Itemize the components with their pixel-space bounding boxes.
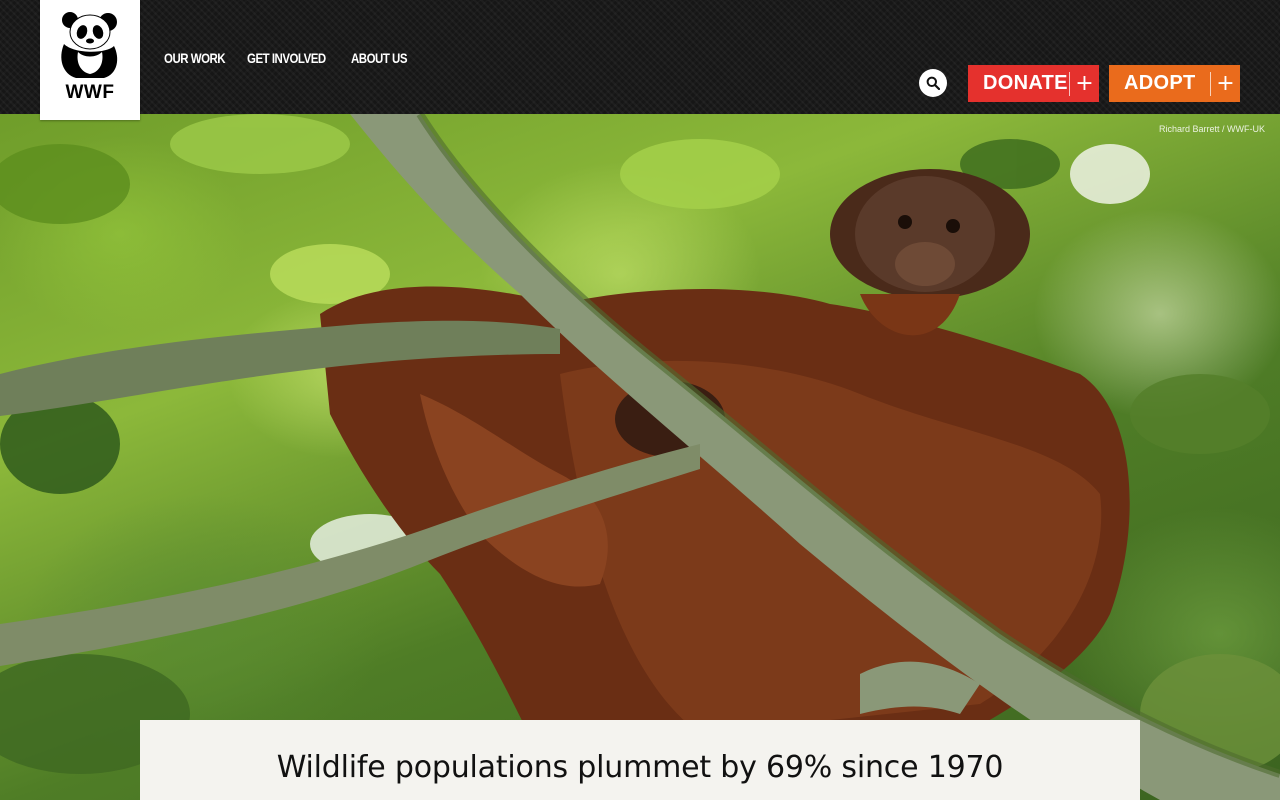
plus-icon: + [1210,71,1240,96]
nav-get-involved[interactable]: GET INVOLVED [247,50,326,66]
photo-credit: Richard Barrett / WWF-UK [1158,124,1265,134]
nav-about-us[interactable]: ABOUT US [351,50,408,66]
adopt-label: ADOPT [1124,72,1196,94]
donate-label: DONATE [983,72,1068,94]
hero-headline[interactable]: Wildlife populations plummet by 69% sinc… [140,750,1140,785]
search-icon [926,76,940,90]
logo-text: WWF [65,82,115,103]
nav-our-work[interactable]: OUR WORK [164,50,226,66]
search-button[interactable] [919,69,947,97]
donate-button[interactable]: DONATE + [968,65,1099,102]
plus-icon: + [1069,71,1099,96]
headline-card[interactable]: Wildlife populations plummet by 69% sinc… [140,720,1140,800]
wwf-logo[interactable]: WWF [40,0,140,120]
hero-image: Richard Barrett / WWF-UK [0,114,1280,800]
panda-logo-icon [61,12,118,78]
main-nav: OUR WORK GET INVOLVED ABOUT US [164,50,411,66]
adopt-button[interactable]: ADOPT + [1109,65,1240,102]
orangutan-photo [0,114,1280,800]
site-header: WWF OUR WORK GET INVOLVED ABOUT US DONAT… [0,0,1280,120]
